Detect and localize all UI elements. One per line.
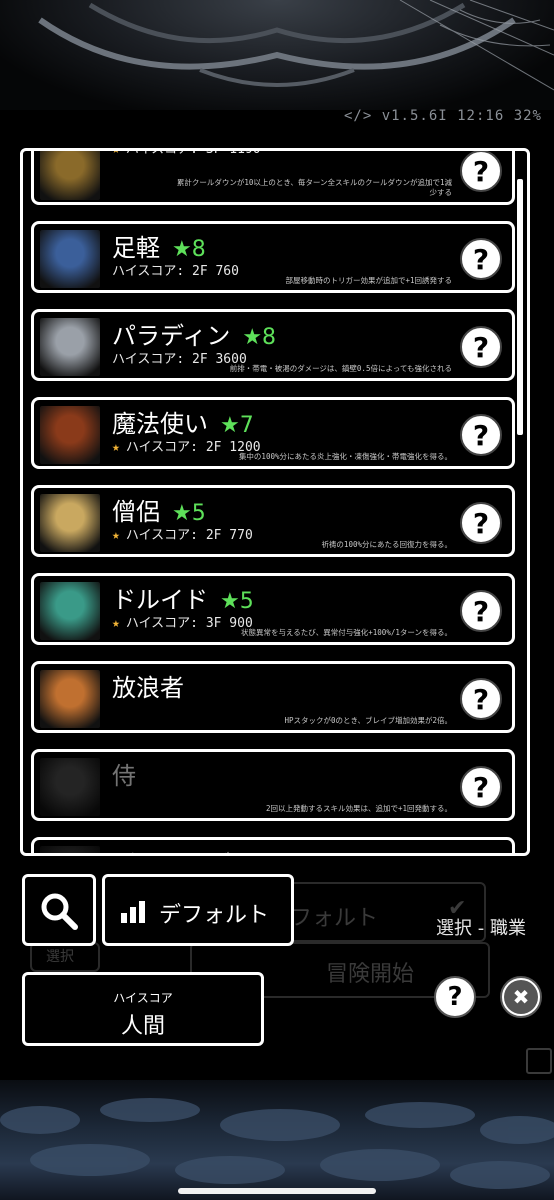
help-button[interactable]: ? <box>434 976 476 1018</box>
class-help-button[interactable]: ? <box>460 590 502 632</box>
class-description: 祈祷の100%分にあたる回復力を得る。 <box>321 540 452 549</box>
class-help-button[interactable]: ? <box>460 414 502 456</box>
class-stars: ★5 <box>220 589 254 614</box>
class-name-text: 放浪者 <box>112 674 184 702</box>
class-card[interactable]: バイキング? <box>31 837 515 856</box>
class-card[interactable]: パラディン ★8 ハイスコア: 2F 3600 前排・帯電・被渇のダメージは、鎮壁0.… <box>31 309 515 381</box>
class-stars: ★8 <box>172 237 206 262</box>
highscore-button[interactable]: ハイスコア 人間 <box>22 972 264 1046</box>
class-description: 累計クールダウンが10以上のとき、毎ターン全スキルのクールダウンが追加で1減 少… <box>176 178 452 197</box>
class-card[interactable]: 魔法使い ★7 ★ ハイスコア: 2F 1200 集中の100%分にあたる炎上強化・凍傷… <box>31 397 515 469</box>
class-highscore: ★ ハイスコア: 2F 770 <box>112 524 253 543</box>
class-portrait <box>40 758 100 816</box>
sort-button[interactable]: デフォルト <box>102 874 294 946</box>
class-name: バイキング <box>112 844 243 853</box>
class-help-button[interactable]: ? <box>460 326 502 368</box>
ghost-sort-label: フォルト <box>290 906 379 931</box>
search-icon <box>41 893 78 930</box>
class-description: 前排・帯電・被渇のダメージは、鎮壁0.5倍によっても強化される <box>229 364 452 373</box>
search-button[interactable] <box>22 874 96 946</box>
class-highscore-text: ハイスコア: 3F 1190 <box>125 148 261 157</box>
close-button[interactable]: ✖ <box>500 976 542 1018</box>
class-stars: ★7 <box>220 413 254 438</box>
class-name-text: 足軽 <box>112 234 160 262</box>
class-portrait <box>40 230 100 288</box>
class-description: 部屋移動時のトリガー効果が追加で+1回誘発する <box>285 276 452 285</box>
class-list-panel[interactable]: ★ ハイスコア: 3F 1190 累計クールダウンが10以上のとき、毎ターン全スキル… <box>20 148 530 856</box>
class-portrait <box>40 406 100 464</box>
class-help-button[interactable]: ? <box>460 678 502 720</box>
highscore-star-icon: ★ <box>112 528 120 543</box>
class-card[interactable]: 足軽 ★8 ハイスコア: 2F 760 部屋移動時のトリガー効果が追加で+1回誘発する… <box>31 221 515 293</box>
scrollbar[interactable] <box>517 179 523 435</box>
version-status: </> v1.5.6I 12:16 32% <box>343 108 542 124</box>
class-name-text: 僧侶 <box>112 498 160 526</box>
class-highscore-text: ハイスコア: 3F 900 <box>125 616 253 631</box>
class-highscore: ★ ハイスコア: 3F 1190 <box>112 148 261 157</box>
class-portrait <box>40 846 100 853</box>
class-help-button[interactable]: ? <box>460 502 502 544</box>
class-name: 侍 <box>112 756 148 791</box>
class-highscore-text: ハイスコア: 2F 760 <box>112 264 239 279</box>
class-help-button[interactable]: ? <box>460 854 502 856</box>
class-card[interactable]: 放浪者 HPスタックが0のとき、ブレイブ増加効果が2倍。? <box>31 661 515 733</box>
class-name-text: ドルイド <box>112 586 208 614</box>
class-stars: ★8 <box>242 325 277 350</box>
class-name: パラディン ★8 <box>112 316 276 351</box>
class-stars: ★5 <box>172 501 206 526</box>
class-name: ドルイド ★5 <box>112 580 254 615</box>
class-description: HPスタックが0のとき、ブレイブ増加効果が2倍。 <box>284 716 452 725</box>
class-name-text: 侍 <box>112 762 136 790</box>
bar-chart-icon <box>121 901 145 923</box>
edit-icon <box>526 1048 552 1074</box>
class-highscore: ★ ハイスコア: 3F 900 <box>112 612 253 631</box>
class-highscore: ハイスコア: 2F 760 <box>112 260 239 279</box>
class-portrait <box>40 670 100 728</box>
highscore-star-icon: ★ <box>112 616 120 631</box>
ghost-title: 選択 - 職業 <box>436 918 526 939</box>
class-name: 魔法使い ★7 <box>112 404 254 439</box>
sort-label: デフォルト <box>159 903 270 928</box>
class-portrait <box>40 582 100 640</box>
class-highscore-text: ハイスコア: 2F 770 <box>125 528 253 543</box>
class-help-button[interactable]: ? <box>460 766 502 808</box>
highscore-star-icon: ★ <box>112 440 120 455</box>
highscore-value: 人間 <box>120 1014 165 1039</box>
class-name: 足軽 ★8 <box>112 228 206 263</box>
class-name: 僧侶 ★5 <box>112 492 206 527</box>
class-description: 2回以上発動するスキル効果は、追加で+1回発動する。 <box>265 804 452 813</box>
ghost-start-label: 冒険開始 <box>326 962 415 987</box>
class-highscore: ハイスコア: 2F 3600 <box>112 348 247 367</box>
class-description: 集中の100%分にあたる炎上強化・凍傷強化・帯電強化を得る。 <box>238 452 452 461</box>
highscore-caption: ハイスコア <box>113 991 173 1005</box>
class-portrait <box>40 318 100 376</box>
class-card[interactable]: ★ ハイスコア: 3F 1190 累計クールダウンが10以上のとき、毎ターン全スキル… <box>31 148 515 205</box>
class-card[interactable]: 僧侶 ★5 ★ ハイスコア: 2F 770 祈祷の100%分にあたる回復力を得る。? <box>31 485 515 557</box>
ghost-tab-label: 選択 <box>46 949 74 965</box>
highscore-star-icon: ★ <box>112 148 120 157</box>
class-card[interactable]: 侍 2回以上発動するスキル効果は、追加で+1回発動する。? <box>31 749 515 821</box>
class-portrait <box>40 494 100 552</box>
class-help-button[interactable]: ? <box>460 151 502 192</box>
class-description: 状態異常を与えるたび、異常付与強化+100%/1ターンを得る。 <box>240 628 452 637</box>
footer-artwork <box>0 1080 554 1200</box>
class-name-text: バイキング <box>112 850 231 853</box>
class-name-text: パラディン <box>112 322 231 350</box>
class-highscore-text: ハイスコア: 2F 3600 <box>112 352 247 367</box>
header-artwork <box>0 0 554 110</box>
class-name-text: 魔法使い <box>112 410 208 438</box>
close-icon: ✖ <box>504 980 538 1014</box>
class-help-button[interactable]: ? <box>460 238 502 280</box>
class-card[interactable]: ドルイド ★5 ★ ハイスコア: 3F 900 状態異常を与えるたび、異常付与強化+10… <box>31 573 515 645</box>
class-portrait <box>40 151 100 200</box>
class-name: 放浪者 <box>112 668 196 703</box>
